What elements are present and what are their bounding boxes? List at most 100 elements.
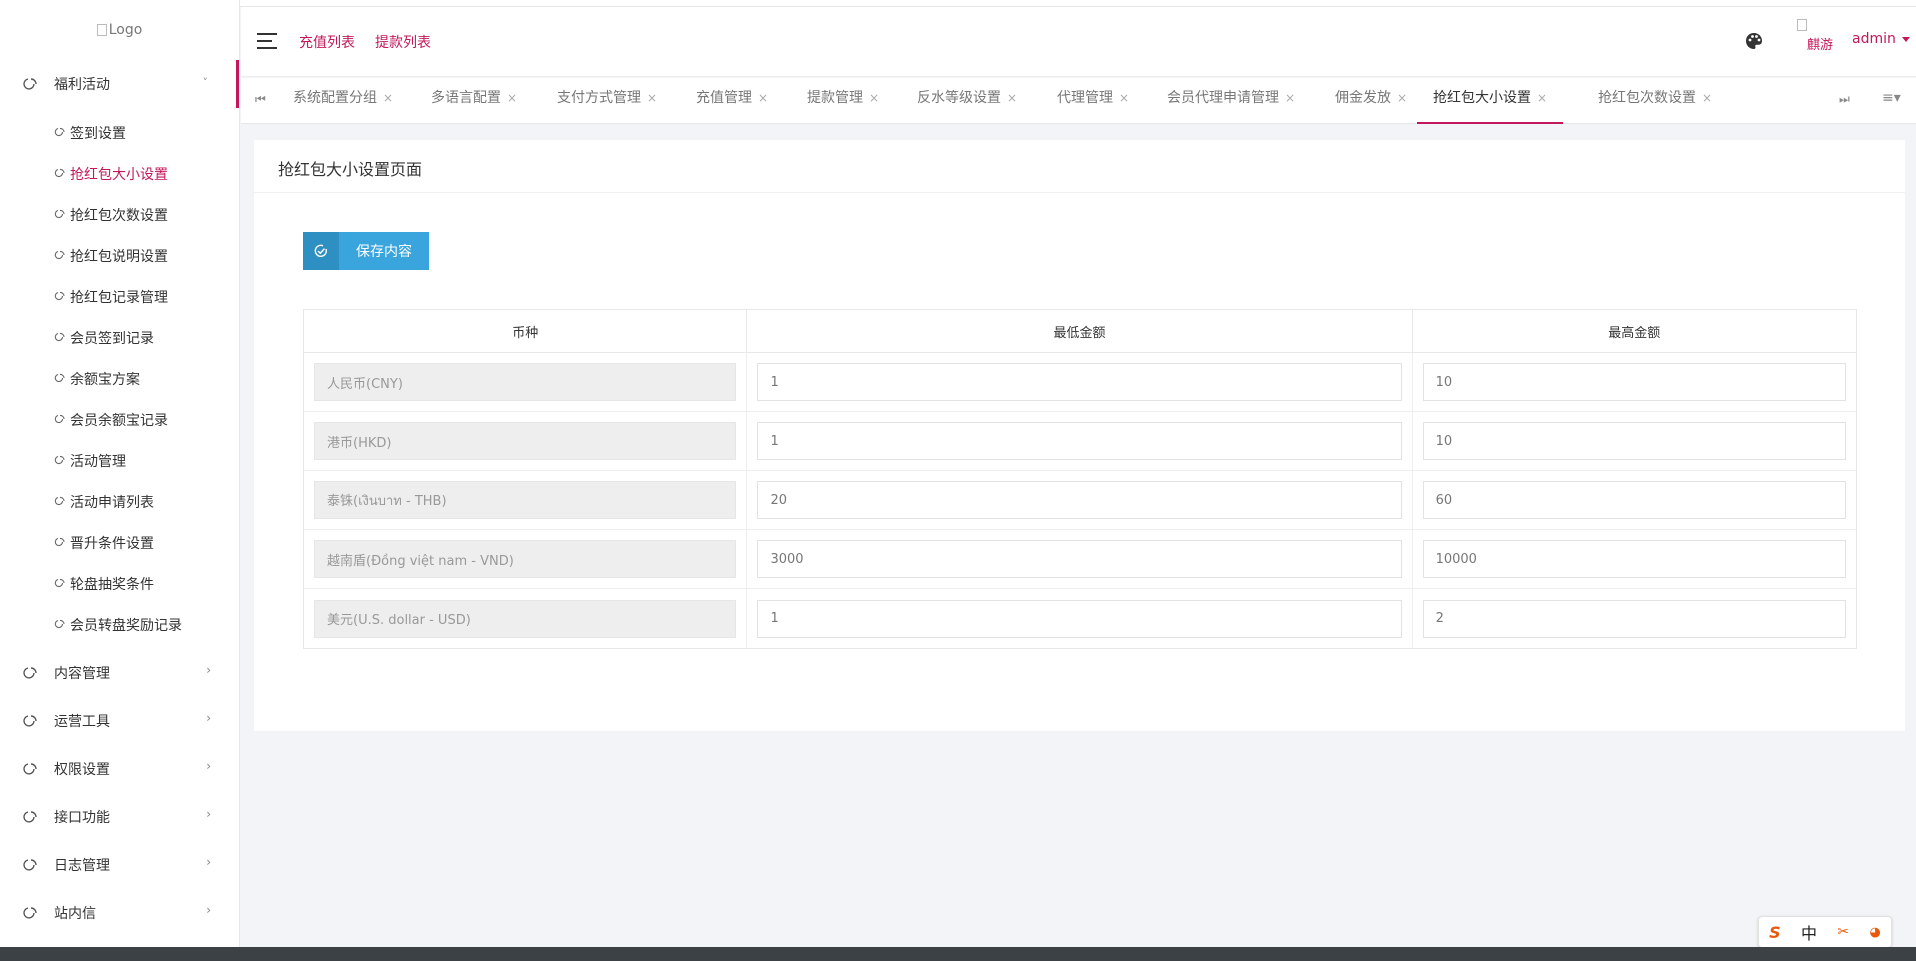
sidebar-subitem-label: 活动管理 xyxy=(70,453,126,470)
min-amount-input[interactable] xyxy=(757,422,1402,460)
close-icon[interactable]: × xyxy=(1285,91,1295,105)
logo[interactable]: Logo xyxy=(0,0,239,60)
max-amount-input[interactable] xyxy=(1422,422,1847,460)
sidebar: Logo 福利活动 ˅ 签到设置 抢红包大小设置 抢红包次数设置 抢红包说明设置 抢红包… xyxy=(0,0,240,947)
close-icon[interactable]: × xyxy=(1702,91,1712,105)
chevron-right-icon: › xyxy=(206,759,211,773)
sidebar-subitem[interactable]: 活动管理 xyxy=(0,440,239,481)
tab[interactable]: 代理管理 × xyxy=(1057,78,1129,124)
sidebar-subitem[interactable]: 晋升条件设置 xyxy=(0,522,239,563)
currency-field xyxy=(314,540,737,578)
max-amount-input[interactable] xyxy=(1422,540,1847,578)
palette-icon[interactable] xyxy=(1744,31,1764,51)
tab[interactable]: 提款管理 × xyxy=(807,78,879,124)
sidebar-group[interactable]: 权限设置 › xyxy=(0,745,239,793)
min-amount-input[interactable] xyxy=(757,363,1402,401)
sidebar-group-label: 运营工具 xyxy=(54,714,110,730)
min-amount-input[interactable] xyxy=(757,540,1402,578)
header-link-withdraw-list[interactable]: 提款列表 xyxy=(375,32,431,52)
sidebar-subitem[interactable]: 抢红包记录管理 xyxy=(0,276,239,317)
tab[interactable]: 抢红包大小设置 × xyxy=(1417,78,1564,124)
menu-ring-icon xyxy=(23,859,37,871)
tab[interactable]: 反水等级设置 × xyxy=(917,78,1017,124)
sidebar-subitem[interactable]: 会员余额宝记录 xyxy=(0,399,239,440)
avatar[interactable]: 麒游 xyxy=(1797,19,1833,53)
min-amount-input[interactable] xyxy=(757,599,1402,638)
max-amount-input[interactable] xyxy=(1422,363,1847,401)
sidebar-subitem[interactable]: 抢红包说明设置 xyxy=(0,235,239,276)
sidebar-group[interactable]: 内容管理 › xyxy=(0,649,239,697)
save-button-label: 保存内容 xyxy=(356,243,412,259)
skin-icon[interactable]: ◕ xyxy=(1869,925,1880,940)
chevron-right-icon: › xyxy=(206,807,211,821)
taskbar-strip xyxy=(0,947,1916,961)
close-icon[interactable]: × xyxy=(1537,91,1547,105)
close-icon[interactable]: × xyxy=(507,91,517,105)
sidebar-group-label: 福利活动 xyxy=(54,77,110,93)
sidebar-group-label: 内容管理 xyxy=(54,666,110,682)
menu-ring-icon xyxy=(23,811,37,823)
tab-label: 抢红包大小设置 xyxy=(1433,90,1531,106)
user-menu[interactable]: admin xyxy=(1852,31,1910,47)
sidebar-group-label: 接口功能 xyxy=(54,810,110,826)
save-button[interactable]: 保存内容 xyxy=(303,232,429,270)
currency-table: 币种 最低金额 最高金额 xyxy=(303,309,1857,649)
sidebar-subitem[interactable]: 抢红包次数设置 xyxy=(0,194,239,235)
sidebar-subitem-label: 会员余额宝记录 xyxy=(70,412,168,429)
sidebar-group-welfare[interactable]: 福利活动 ˅ xyxy=(0,60,239,108)
header-min-amount: 最低金额 xyxy=(747,310,1413,352)
close-icon[interactable]: × xyxy=(1397,91,1407,105)
tab-scroll-right-icon[interactable]: ⏭ xyxy=(1839,92,1850,107)
chevron-right-icon: › xyxy=(206,903,211,917)
close-icon[interactable]: × xyxy=(758,91,768,105)
sidebar-subitem[interactable]: 余额宝方案 xyxy=(0,358,239,399)
tab[interactable]: 支付方式管理 × xyxy=(557,78,657,124)
sidebar-group[interactable]: 日志管理 › xyxy=(0,841,239,889)
currency-field xyxy=(314,422,737,460)
tab[interactable]: 佣金发放 × xyxy=(1335,78,1407,124)
close-icon[interactable]: × xyxy=(1119,91,1129,105)
tab-label: 反水等级设置 xyxy=(917,90,1001,106)
tab-menu-icon[interactable]: ≡▾ xyxy=(1882,90,1901,106)
sidebar-group[interactable]: 运营工具 › xyxy=(0,697,239,745)
tab[interactable]: 多语言配置 × xyxy=(431,78,517,124)
sidebar-group[interactable]: 站内信 › xyxy=(0,889,239,937)
sidebar-group[interactable]: 接口功能 › xyxy=(0,793,239,841)
table-row xyxy=(304,530,1856,589)
tab[interactable]: 充值管理 × xyxy=(696,78,768,124)
tab[interactable]: 会员代理申请管理 × xyxy=(1167,78,1295,124)
logo-alt-text: Logo xyxy=(108,22,143,38)
close-icon[interactable]: × xyxy=(1007,91,1017,105)
max-amount-input[interactable] xyxy=(1422,481,1847,519)
hamburger-menu-icon[interactable] xyxy=(257,33,277,49)
sidebar-subitem[interactable]: 抢红包大小设置 xyxy=(0,153,239,194)
min-amount-input[interactable] xyxy=(757,481,1402,519)
ring-icon xyxy=(54,578,65,587)
cell-max xyxy=(1413,412,1856,470)
header-link-recharge-list[interactable]: 充值列表 xyxy=(299,32,355,52)
tab-scroll-left-icon[interactable]: ⏮ xyxy=(255,92,266,107)
ime-lang-toggle[interactable]: 中 xyxy=(1801,920,1817,944)
cell-currency xyxy=(304,353,748,411)
max-amount-input[interactable] xyxy=(1422,599,1847,638)
tab[interactable]: 抢红包次数设置 × xyxy=(1598,78,1712,124)
header-max-amount: 最高金额 xyxy=(1608,325,1661,341)
cell-currency xyxy=(304,471,748,529)
sidebar-subitem[interactable]: 活动申请列表 xyxy=(0,481,239,522)
scissors-icon[interactable]: ✂ xyxy=(1837,924,1849,940)
tab[interactable]: 系统配置分组 × xyxy=(293,78,393,124)
ring-icon xyxy=(54,414,65,423)
close-icon[interactable]: × xyxy=(869,91,879,105)
table-row xyxy=(304,471,1856,530)
ring-icon xyxy=(54,496,65,505)
cell-currency xyxy=(304,412,748,470)
close-icon[interactable]: × xyxy=(383,91,393,105)
page-title: 抢红包大小设置页面 xyxy=(278,160,423,179)
sidebar-subitem[interactable]: 轮盘抽奖条件 xyxy=(0,563,239,604)
sidebar-subitem[interactable]: 会员转盘奖励记录 xyxy=(0,604,239,645)
sidebar-subitem[interactable]: 会员签到记录 xyxy=(0,317,239,358)
chevron-right-icon: › xyxy=(206,855,211,869)
sogou-logo-icon[interactable]: S xyxy=(1769,923,1781,942)
close-icon[interactable]: × xyxy=(647,91,657,105)
sidebar-subitem[interactable]: 签到设置 xyxy=(0,112,239,153)
